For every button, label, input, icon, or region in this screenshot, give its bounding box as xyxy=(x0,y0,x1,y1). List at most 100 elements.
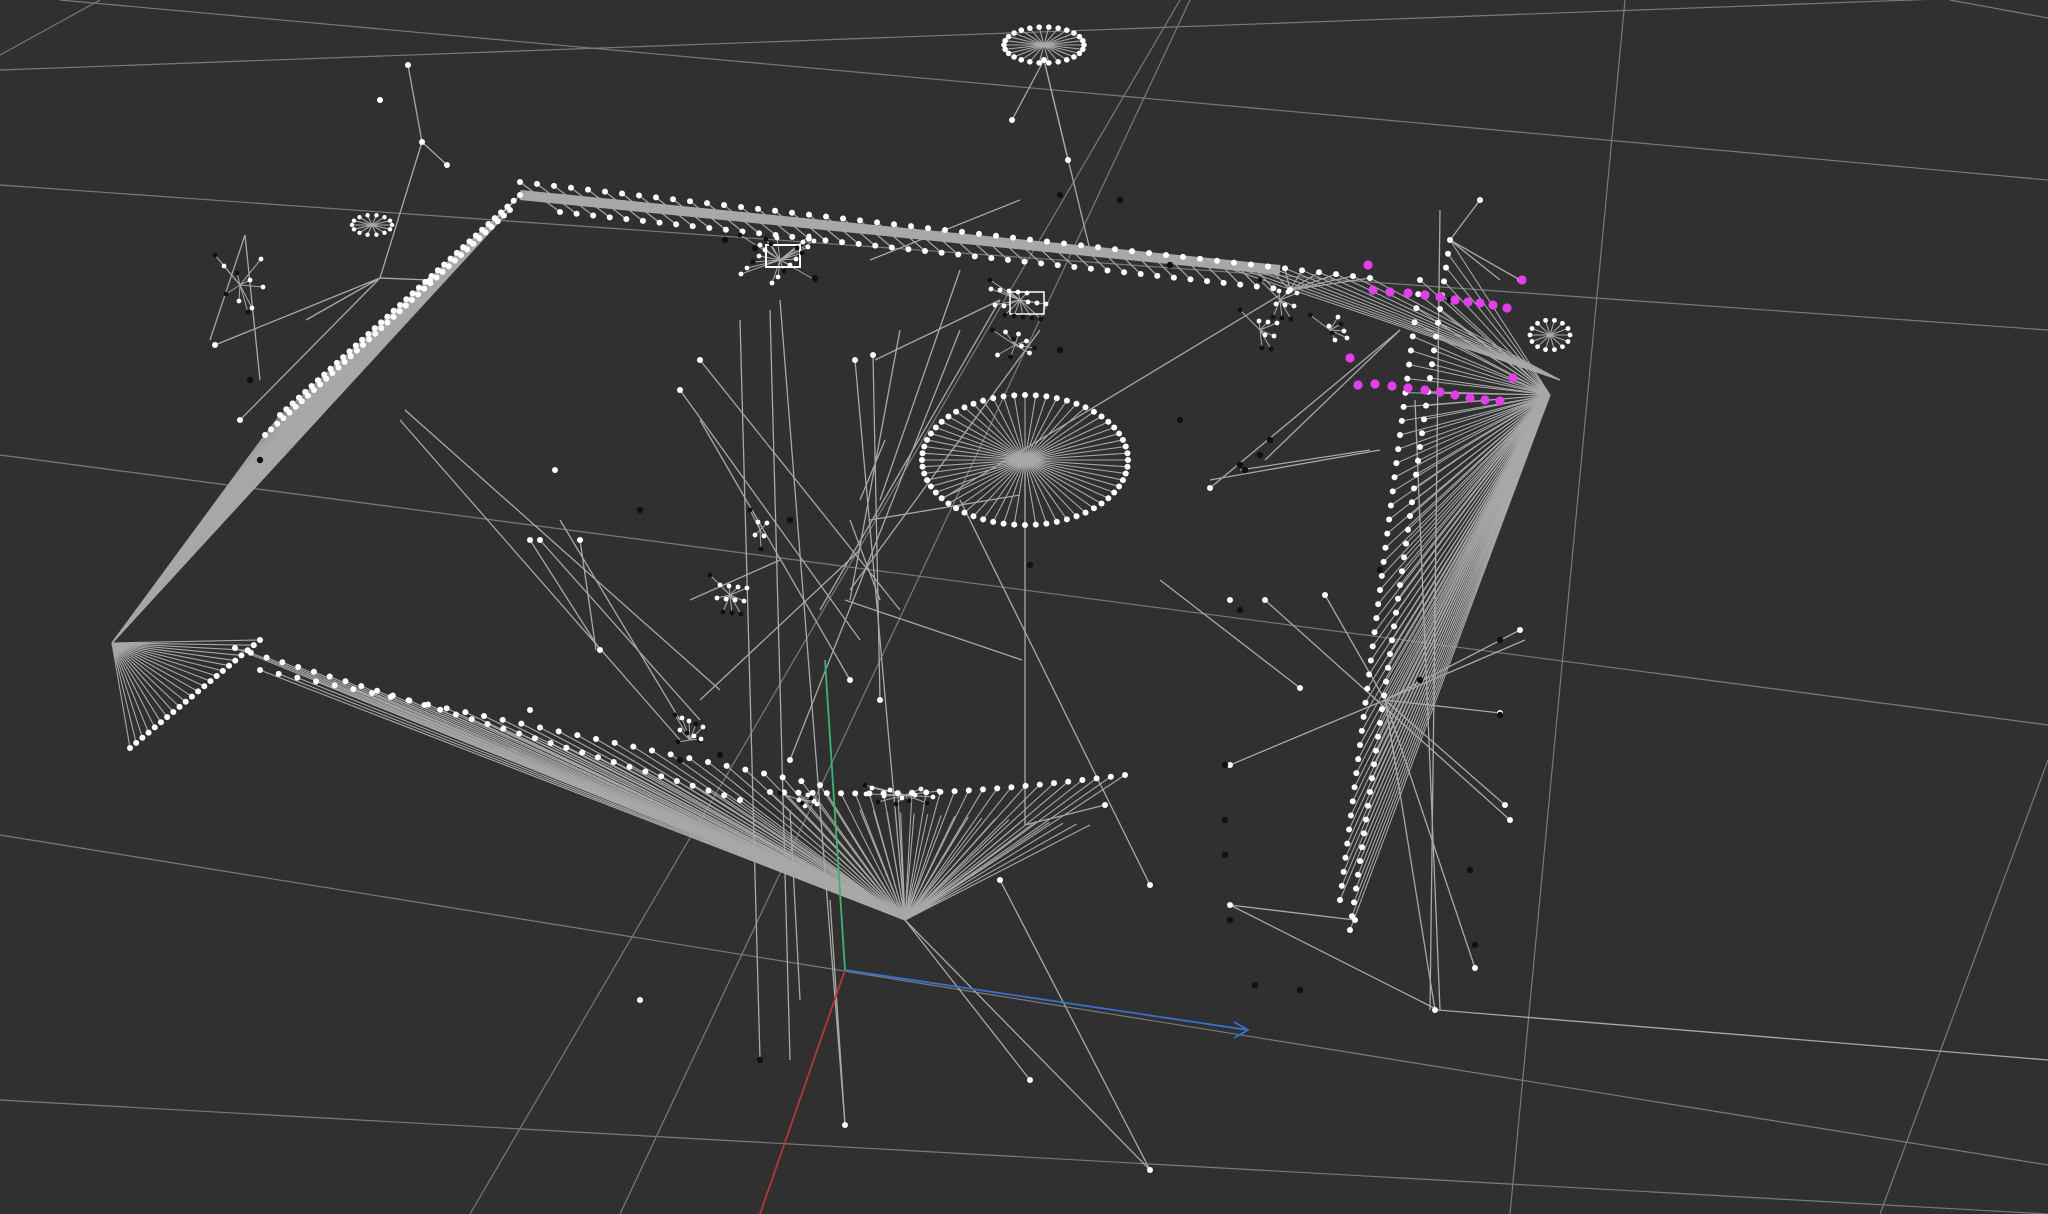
cluster-node xyxy=(777,790,783,796)
grid-line xyxy=(1879,759,2048,1214)
fan-node xyxy=(127,745,133,751)
chain-node xyxy=(317,381,324,388)
cluster-edge xyxy=(239,284,264,288)
edge xyxy=(1229,904,1356,921)
chain-node xyxy=(1369,643,1376,650)
chain-node xyxy=(353,347,360,354)
cluster-node xyxy=(1344,335,1350,341)
chain-node xyxy=(1270,285,1277,292)
ring-node xyxy=(357,214,362,220)
chain-node xyxy=(888,244,895,251)
cluster-node xyxy=(247,277,253,283)
chain-node xyxy=(1404,375,1411,382)
chain-node xyxy=(1391,474,1398,481)
chain-node xyxy=(1397,432,1403,438)
3d-graph-viewport[interactable] xyxy=(0,0,2048,1214)
cluster-node xyxy=(1329,330,1335,336)
chain-node xyxy=(1316,269,1322,276)
chain-node xyxy=(1371,629,1378,636)
ring-node xyxy=(927,483,934,490)
fan-edge xyxy=(371,692,906,921)
chain-node xyxy=(1231,259,1237,266)
fan-node xyxy=(767,789,773,795)
cluster-node xyxy=(800,239,806,245)
chain-node xyxy=(1363,816,1369,823)
ring-spoke xyxy=(982,459,1026,520)
chain-node xyxy=(311,387,317,393)
chain-node xyxy=(673,221,680,228)
chain-node xyxy=(722,226,729,233)
highlighted-node xyxy=(1475,298,1485,308)
ring-node xyxy=(970,400,977,407)
node xyxy=(1009,117,1015,123)
ring-node xyxy=(1119,477,1126,484)
highlighted-node xyxy=(1420,385,1430,395)
edge xyxy=(305,277,381,321)
chain-node xyxy=(573,210,580,217)
chain-node xyxy=(1299,267,1305,274)
band-edge xyxy=(519,190,1281,275)
cluster-node xyxy=(1326,323,1332,329)
chain-node xyxy=(397,302,403,308)
x-axis-line xyxy=(844,969,1249,1031)
chain-node xyxy=(1409,333,1416,340)
ring-node xyxy=(1122,470,1129,477)
ring-node xyxy=(387,218,393,223)
highlighted-node xyxy=(1385,287,1395,297)
chain-node xyxy=(500,212,507,219)
fan-node xyxy=(207,678,214,685)
chain-node xyxy=(1095,244,1101,251)
dark-node xyxy=(1026,561,1034,569)
cluster-node xyxy=(1024,290,1030,296)
fan-edge xyxy=(1354,394,1551,788)
chain-node xyxy=(606,214,613,221)
node xyxy=(1065,157,1071,163)
ring-node xyxy=(1560,320,1565,326)
fan-edge xyxy=(904,821,1037,921)
node xyxy=(1517,627,1523,633)
chain-node xyxy=(1038,260,1045,267)
ring-node xyxy=(919,457,925,463)
cluster-node xyxy=(799,250,805,256)
chain-node xyxy=(636,192,642,199)
ring-node xyxy=(365,213,370,218)
cluster-node xyxy=(805,792,811,798)
ring-node xyxy=(945,413,952,420)
chain-node xyxy=(686,755,693,762)
chain-node xyxy=(286,409,293,416)
chain-node xyxy=(1400,403,1407,410)
chain-node xyxy=(1237,281,1244,288)
cluster-node xyxy=(744,585,750,591)
highlighted-node xyxy=(1480,395,1490,405)
fan-edge xyxy=(1381,394,1551,577)
node xyxy=(842,1122,848,1128)
graph-scene[interactable] xyxy=(0,0,2048,1214)
cluster-node xyxy=(738,611,744,617)
chain-node xyxy=(313,678,319,685)
cluster-node xyxy=(1294,290,1300,296)
ring-node xyxy=(1552,347,1557,353)
fan-node xyxy=(213,673,220,679)
chain-node xyxy=(1367,275,1373,281)
cluster-edge xyxy=(1309,314,1331,331)
chain-node xyxy=(1197,255,1203,262)
cluster-node xyxy=(260,284,266,290)
node xyxy=(1262,597,1268,603)
ring-spoke xyxy=(1024,400,1068,461)
cluster-node xyxy=(729,610,735,616)
highlighted-node xyxy=(1403,288,1413,298)
chain-node xyxy=(772,207,778,214)
node xyxy=(1297,685,1303,691)
node xyxy=(552,467,558,473)
cluster-node xyxy=(774,235,780,241)
highlighted-node xyxy=(1450,390,1460,400)
edge xyxy=(769,309,791,1061)
fan-node xyxy=(980,786,986,793)
chain-node xyxy=(723,762,730,769)
fan-edge xyxy=(614,742,906,921)
fan-edge xyxy=(1386,394,1551,535)
ring-node xyxy=(924,477,931,484)
cluster-node xyxy=(1001,303,1007,309)
ring-node xyxy=(1111,489,1118,496)
ring-node xyxy=(1073,400,1080,407)
